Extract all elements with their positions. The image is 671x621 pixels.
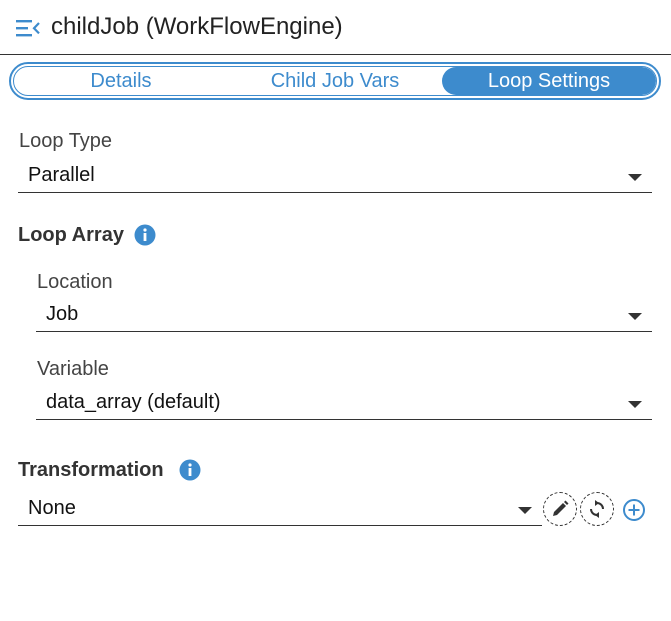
location-select[interactable]: Job (36, 300, 652, 332)
loop-type-select[interactable]: Parallel (18, 161, 652, 193)
edit-icon (553, 500, 569, 516)
add-circle-icon[interactable] (622, 498, 646, 522)
menu-collapse-icon[interactable] (16, 18, 40, 38)
loop-type-value: Parallel (28, 164, 95, 186)
transformation-select[interactable]: None (18, 494, 542, 526)
panel-header: childJob (WorkFlowEngine) (0, 0, 671, 55)
page-title: childJob (WorkFlowEngine) (51, 13, 343, 40)
location-label: Location (37, 271, 113, 293)
chevron-down-icon (628, 313, 642, 320)
variable-value: data_array (default) (46, 391, 221, 413)
chevron-down-icon (628, 401, 642, 408)
info-icon[interactable] (179, 459, 201, 481)
loop-settings-panel: childJob (WorkFlowEngine) Details Child … (0, 0, 671, 621)
chevron-down-icon (518, 507, 532, 514)
edit-transformation-button[interactable] (543, 492, 577, 526)
tab-details[interactable]: Details (14, 67, 228, 95)
refresh-icon (590, 500, 604, 518)
tab-child-job-vars[interactable]: Child Job Vars (228, 67, 442, 95)
variable-select[interactable]: data_array (default) (36, 388, 652, 420)
tab-bar: Details Child Job Vars Loop Settings (9, 62, 661, 100)
chevron-down-icon (628, 174, 642, 181)
transformation-value: None (28, 497, 76, 519)
loop-array-title: Loop Array (18, 224, 124, 246)
transformation-title: Transformation (18, 459, 164, 481)
tab-loop-settings[interactable]: Loop Settings (442, 67, 656, 95)
info-icon[interactable] (134, 224, 156, 246)
location-value: Job (46, 303, 79, 325)
loop-type-label: Loop Type (19, 130, 113, 152)
variable-label: Variable (37, 358, 109, 380)
refresh-transformation-button[interactable] (580, 492, 614, 526)
